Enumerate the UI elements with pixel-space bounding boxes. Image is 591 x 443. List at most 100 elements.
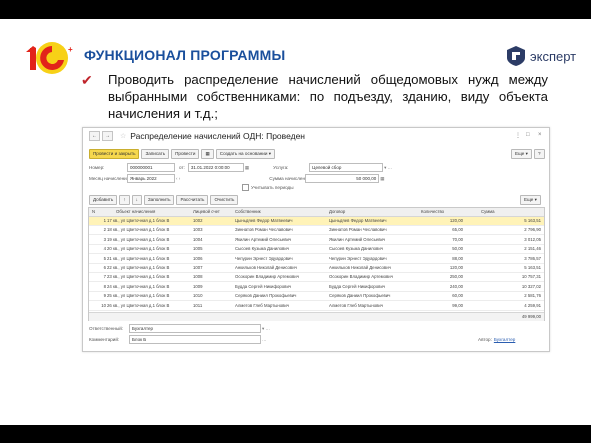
table-row[interactable]: 4 20 кв., ул Цветочная д.1 блок В 1005 Сысо…: [89, 245, 544, 255]
cell-contract: Цыньдяев Федор Матвеевич: [329, 218, 387, 223]
cell-owner: Серяков Даниил Прокофьевич: [235, 293, 297, 299]
table-row[interactable]: 10 26 кв., ул Цветочная д.1 блок В 1011 Алм…: [89, 302, 544, 311]
number-label: Номер:: [89, 165, 105, 170]
move-down-button[interactable]: ↓: [131, 195, 142, 205]
maximize-icon[interactable]: □: [526, 132, 530, 138]
cell-sum: 10 757,31: [521, 274, 541, 280]
consider-periods-label: Учитывать периоды: [251, 185, 294, 190]
cell-account: 1011: [193, 302, 203, 308]
expert-shield-icon: [507, 46, 525, 66]
cell-object: 24 кв., ул Цветочная д.1 блок В: [107, 283, 170, 289]
cell-owner: Чепурин Эрнест Эдуардович: [235, 255, 293, 261]
author-row: Автор: Бухгалтер: [478, 337, 515, 342]
table-row[interactable]: 5 21 кв., ул Цветочная д.1 блок В 1006 Чепу…: [89, 255, 544, 264]
cell-object: 21 кв., ул Цветочная д.1 блок В: [107, 255, 170, 261]
cell-owner: Анкильков Николай Денисович: [235, 265, 297, 270]
more-button[interactable]: Еще ▾: [511, 149, 532, 159]
help-button[interactable]: ?: [533, 149, 545, 159]
consider-periods-checkbox[interactable]: [242, 184, 249, 191]
table-row[interactable]: 3 19 кв., ул Цветочная д.1 блок В 1004 Якил…: [89, 236, 544, 245]
more-menu-icon[interactable]: ⋮: [515, 132, 521, 139]
cell-n: 7: [103, 274, 106, 280]
col-contract: Договор: [329, 209, 346, 214]
add-row-button[interactable]: Добавить: [89, 195, 118, 205]
create-based-on-button[interactable]: Создать на основании ▾: [215, 149, 276, 159]
service-field[interactable]: Целевой сбор: [309, 163, 384, 172]
calendar-icon[interactable]: ▦: [245, 165, 249, 171]
cell-object: 23 кв., ул Цветочная д.1 блок В: [107, 274, 170, 280]
table-row[interactable]: 8 24 кв., ул Цветочная д.1 блок В 1009 Будд…: [89, 283, 544, 292]
cell-contract: Анкильков Николай Денисович: [329, 265, 391, 270]
toolbar: Провести и закрыть Записать Провести ▦ С…: [89, 149, 277, 159]
cell-object: 17 кв., ул Цветочная д.1 блок В: [107, 218, 170, 223]
cell-contract: Осокорин Владимир Артемович: [329, 274, 393, 280]
table-row[interactable]: 1 17 кв., ул Цветочная д.1 блок В 1002 Цынь…: [89, 217, 544, 226]
cell-quantity: 88,00: [452, 255, 463, 261]
cell-account: 1010: [193, 293, 203, 299]
cell-sum: 3 012,05: [524, 236, 541, 242]
cell-sum: 2 581,76: [524, 293, 541, 299]
table-toolbar-right: Еще ▾: [520, 195, 543, 205]
date-field[interactable]: 31.01.2022 0:00:00: [187, 163, 244, 172]
col-account: Лицевой счет: [193, 209, 220, 214]
total-sum: 49 999,00: [521, 314, 541, 319]
cell-sum: 5 163,51: [524, 265, 541, 270]
fill-button[interactable]: Заполнить: [143, 195, 175, 205]
cell-object: 22 кв., ул Цветочная д.1 блок В: [107, 265, 170, 270]
post-button[interactable]: Провести: [171, 149, 200, 159]
cell-contract: Якилин Артемий Олесьевич: [329, 236, 386, 242]
table-toolbar: Добавить ↑ ↓ Заполнить Рассчитать Очисти…: [89, 195, 240, 205]
responsible-select-icon[interactable]: ▾ …: [262, 326, 270, 332]
cell-quantity: 240,00: [449, 283, 463, 289]
cell-owner: Якилин Артемий Олесьевич: [235, 236, 292, 242]
svg-text:+: +: [68, 45, 73, 54]
cell-n: 3: [103, 236, 106, 242]
responsible-field[interactable]: Бухгалтер: [129, 324, 261, 333]
col-n: N: [92, 209, 96, 214]
cell-quantity: 65,00: [452, 227, 463, 233]
cell-contract: Чепурин Эрнест Эдуардович: [329, 255, 387, 261]
table-row[interactable]: 2 18 кв., ул Цветочная д.1 блок В 1003 Зинн…: [89, 226, 544, 236]
save-button[interactable]: Записать: [141, 149, 170, 159]
move-up-button[interactable]: ↑: [119, 195, 130, 205]
comment-field[interactable]: Блок Б: [129, 335, 261, 344]
post-status-icon[interactable]: ▦: [201, 149, 214, 159]
service-select-icon[interactable]: ▾ …: [384, 165, 392, 171]
distribute-button[interactable]: Рассчитать: [176, 195, 209, 205]
table-row[interactable]: 9 25 кв., ул Цветочная д.1 блок В 1010 Серя…: [89, 292, 544, 302]
calculator-icon[interactable]: ▦: [380, 176, 384, 182]
back-button[interactable]: ←: [89, 131, 100, 141]
clear-button[interactable]: Очистить: [210, 195, 239, 205]
cell-n: 8: [103, 283, 106, 289]
number-field[interactable]: 000000001: [127, 163, 175, 172]
table-more-button[interactable]: Еще ▾: [520, 195, 541, 205]
more-label: Еще: [515, 151, 525, 156]
month-label: Месяц начисления:: [89, 176, 131, 181]
cell-account: 1002: [193, 218, 203, 223]
close-icon[interactable]: ×: [538, 132, 542, 138]
table-row[interactable]: 6 22 кв., ул Цветочная д.1 блок В 1007 Анки…: [89, 264, 544, 273]
responsible-row: Ответственный: Бухгалтер ▾ …: [89, 324, 270, 333]
author-link[interactable]: Бухгалтер: [494, 337, 515, 342]
cell-owner: Осокорин Владимир Артемович: [235, 274, 299, 280]
expert-brand-text: эксперт: [530, 48, 577, 64]
top-black-bar: [0, 0, 591, 19]
table-row[interactable]: 7 23 кв., ул Цветочная д.1 блок В 1008 Осок…: [89, 273, 544, 283]
month-stepper-icon[interactable]: ‹ ›: [176, 176, 180, 181]
cell-n: 9: [103, 293, 106, 299]
form-row-month: Месяц начисления: Январь 2022 ‹ › Сумма …: [89, 174, 385, 183]
comment-more-icon[interactable]: …: [262, 337, 267, 342]
cell-account: 1007: [193, 265, 203, 270]
bottom-black-bar: [0, 425, 591, 443]
forward-button[interactable]: →: [102, 131, 113, 141]
feature-description: Проводить распределение начислений общед…: [108, 72, 548, 121]
slide-title: ФУНКЦИОНАЛ ПРОГРАММЫ: [84, 47, 286, 63]
cell-n: 10: [101, 302, 106, 308]
month-field[interactable]: Январь 2022: [127, 174, 175, 183]
amount-field[interactable]: 50 000,00: [305, 174, 380, 183]
favorite-star-icon[interactable]: ☆: [120, 132, 126, 140]
cell-owner: Сысоев Кузьма Данилович: [235, 246, 289, 252]
cell-quantity: 120,00: [449, 265, 463, 270]
cell-sum: 2 151,46: [524, 246, 541, 252]
post-and-close-button[interactable]: Провести и закрыть: [89, 149, 140, 159]
